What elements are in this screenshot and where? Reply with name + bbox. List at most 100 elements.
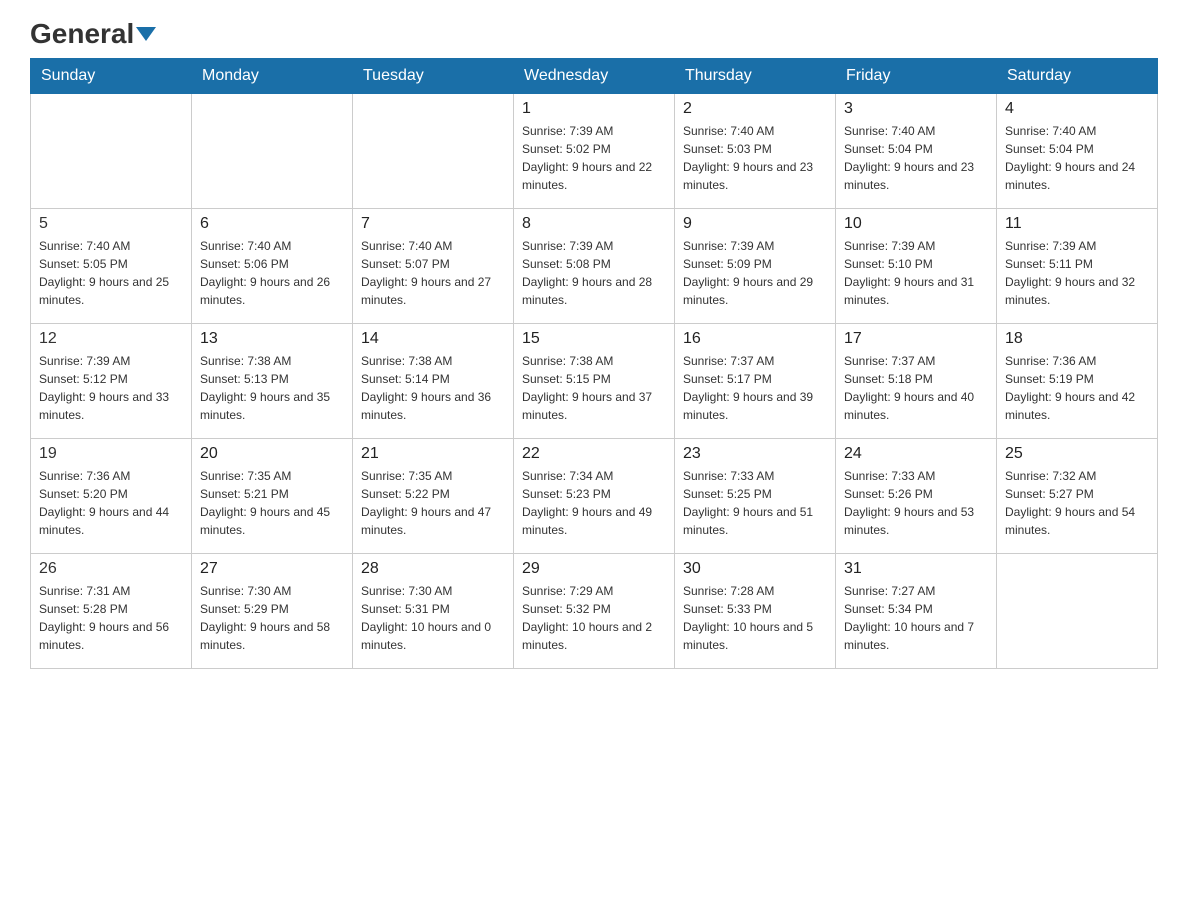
calendar-cell-5-3: 28Sunrise: 7:30 AMSunset: 5:31 PMDayligh…: [353, 554, 514, 669]
calendar-cell-2-2: 6 Sunrise: 7:40 AMSunset: 5:06 PMDaylight…: [192, 209, 353, 324]
calendar-header-thursday: Thursday: [675, 59, 836, 94]
day-number: 27: [200, 560, 344, 578]
day-info: Sunrise: 7:30 AMSunset: 5:29 PMDaylight:…: [200, 582, 344, 654]
day-number: 14: [361, 330, 505, 348]
calendar-cell-1-4: 1Sunrise: 7:39 AMSunset: 5:02 PMDaylight…: [514, 94, 675, 209]
day-number: 8: [522, 215, 666, 233]
calendar-cell-5-1: 26 Sunrise: 7:31 AMSunset: 5:28 PMDayligh…: [31, 554, 192, 669]
calendar-cell-1-2: [192, 94, 353, 209]
calendar-cell-5-5: 30Sunrise: 7:28 AMSunset: 5:33 PMDayligh…: [675, 554, 836, 669]
day-info: Sunrise: 7:29 AMSunset: 5:32 PMDaylight:…: [522, 582, 666, 654]
day-number: 3: [844, 100, 988, 118]
day-number: 16: [683, 330, 827, 348]
day-info: Sunrise: 7:40 AMSunset: 5:05 PMDaylight:…: [39, 237, 183, 309]
day-number: 5: [39, 215, 183, 233]
calendar-cell-5-2: 27 Sunrise: 7:30 AMSunset: 5:29 PMDayligh…: [192, 554, 353, 669]
day-info: Sunrise: 7:32 AMSunset: 5:27 PMDaylight:…: [1005, 467, 1149, 539]
calendar-week-row-1: 1Sunrise: 7:39 AMSunset: 5:02 PMDaylight…: [31, 94, 1158, 209]
calendar-cell-2-1: 5 Sunrise: 7:40 AMSunset: 5:05 PMDaylight…: [31, 209, 192, 324]
calendar-header-friday: Friday: [836, 59, 997, 94]
day-number: 11: [1005, 215, 1149, 233]
calendar-header-sunday: Sunday: [31, 59, 192, 94]
day-info: Sunrise: 7:39 AMSunset: 5:11 PMDaylight:…: [1005, 237, 1149, 309]
day-number: 23: [683, 445, 827, 463]
day-info: Sunrise: 7:38 AMSunset: 5:14 PMDaylight:…: [361, 352, 505, 424]
calendar-cell-3-7: 18Sunrise: 7:36 AMSunset: 5:19 PMDayligh…: [997, 324, 1158, 439]
day-info: Sunrise: 7:40 AMSunset: 5:06 PMDaylight:…: [200, 237, 344, 309]
calendar-week-row-4: 19 Sunrise: 7:36 AMSunset: 5:20 PMDayligh…: [31, 439, 1158, 554]
calendar-cell-4-7: 25 Sunrise: 7:32 AMSunset: 5:27 PMDayligh…: [997, 439, 1158, 554]
calendar-cell-1-5: 2Sunrise: 7:40 AMSunset: 5:03 PMDaylight…: [675, 94, 836, 209]
day-info: Sunrise: 7:33 AMSunset: 5:25 PMDaylight:…: [683, 467, 827, 539]
day-info: Sunrise: 7:40 AMSunset: 5:04 PMDaylight:…: [1005, 122, 1149, 194]
day-info: Sunrise: 7:40 AMSunset: 5:04 PMDaylight:…: [844, 122, 988, 194]
day-info: Sunrise: 7:37 AMSunset: 5:17 PMDaylight:…: [683, 352, 827, 424]
day-number: 10: [844, 215, 988, 233]
calendar-header-wednesday: Wednesday: [514, 59, 675, 94]
day-number: 6: [200, 215, 344, 233]
calendar-cell-4-5: 23 Sunrise: 7:33 AMSunset: 5:25 PMDayligh…: [675, 439, 836, 554]
day-info: Sunrise: 7:35 AMSunset: 5:21 PMDaylight:…: [200, 467, 344, 539]
day-number: 1: [522, 100, 666, 118]
calendar-cell-3-2: 13 Sunrise: 7:38 AMSunset: 5:13 PMDayligh…: [192, 324, 353, 439]
day-number: 29: [522, 560, 666, 578]
day-number: 12: [39, 330, 183, 348]
calendar-cell-3-1: 12 Sunrise: 7:39 AMSunset: 5:12 PMDayligh…: [31, 324, 192, 439]
calendar-cell-4-1: 19 Sunrise: 7:36 AMSunset: 5:20 PMDayligh…: [31, 439, 192, 554]
day-info: Sunrise: 7:30 AMSunset: 5:31 PMDaylight:…: [361, 582, 505, 654]
day-number: 13: [200, 330, 344, 348]
calendar-cell-2-7: 11 Sunrise: 7:39 AMSunset: 5:11 PMDayligh…: [997, 209, 1158, 324]
calendar-cell-1-7: 4Sunrise: 7:40 AMSunset: 5:04 PMDaylight…: [997, 94, 1158, 209]
calendar-cell-4-3: 21 Sunrise: 7:35 AMSunset: 5:22 PMDayligh…: [353, 439, 514, 554]
logo-general-text: General: [30, 20, 156, 48]
calendar-week-row-3: 12 Sunrise: 7:39 AMSunset: 5:12 PMDayligh…: [31, 324, 1158, 439]
calendar-cell-2-3: 7Sunrise: 7:40 AMSunset: 5:07 PMDaylight…: [353, 209, 514, 324]
calendar-cell-2-5: 9 Sunrise: 7:39 AMSunset: 5:09 PMDaylight…: [675, 209, 836, 324]
day-info: Sunrise: 7:39 AMSunset: 5:12 PMDaylight:…: [39, 352, 183, 424]
logo-arrow-icon: [136, 27, 156, 41]
calendar-cell-3-5: 16 Sunrise: 7:37 AMSunset: 5:17 PMDayligh…: [675, 324, 836, 439]
day-info: Sunrise: 7:38 AMSunset: 5:13 PMDaylight:…: [200, 352, 344, 424]
day-info: Sunrise: 7:39 AMSunset: 5:08 PMDaylight:…: [522, 237, 666, 309]
calendar-header-saturday: Saturday: [997, 59, 1158, 94]
day-info: Sunrise: 7:36 AMSunset: 5:20 PMDaylight:…: [39, 467, 183, 539]
day-info: Sunrise: 7:37 AMSunset: 5:18 PMDaylight:…: [844, 352, 988, 424]
logo: General: [30, 20, 156, 48]
day-info: Sunrise: 7:31 AMSunset: 5:28 PMDaylight:…: [39, 582, 183, 654]
day-number: 24: [844, 445, 988, 463]
day-info: Sunrise: 7:39 AMSunset: 5:09 PMDaylight:…: [683, 237, 827, 309]
day-number: 25: [1005, 445, 1149, 463]
day-number: 21: [361, 445, 505, 463]
day-info: Sunrise: 7:40 AMSunset: 5:03 PMDaylight:…: [683, 122, 827, 194]
calendar-cell-1-1: [31, 94, 192, 209]
day-number: 26: [39, 560, 183, 578]
calendar-week-row-5: 26 Sunrise: 7:31 AMSunset: 5:28 PMDayligh…: [31, 554, 1158, 669]
day-info: Sunrise: 7:34 AMSunset: 5:23 PMDaylight:…: [522, 467, 666, 539]
calendar-cell-1-3: [353, 94, 514, 209]
day-number: 31: [844, 560, 988, 578]
day-number: 19: [39, 445, 183, 463]
calendar-cell-1-6: 3 Sunrise: 7:40 AMSunset: 5:04 PMDaylight…: [836, 94, 997, 209]
calendar-header-monday: Monday: [192, 59, 353, 94]
page-header: General: [30, 20, 1158, 48]
calendar-cell-3-4: 15 Sunrise: 7:38 AMSunset: 5:15 PMDayligh…: [514, 324, 675, 439]
calendar-cell-4-6: 24 Sunrise: 7:33 AMSunset: 5:26 PMDayligh…: [836, 439, 997, 554]
day-number: 9: [683, 215, 827, 233]
day-number: 18: [1005, 330, 1149, 348]
calendar-cell-5-4: 29 Sunrise: 7:29 AMSunset: 5:32 PMDayligh…: [514, 554, 675, 669]
calendar-cell-4-4: 22 Sunrise: 7:34 AMSunset: 5:23 PMDayligh…: [514, 439, 675, 554]
day-number: 15: [522, 330, 666, 348]
day-info: Sunrise: 7:38 AMSunset: 5:15 PMDaylight:…: [522, 352, 666, 424]
calendar-cell-3-3: 14 Sunrise: 7:38 AMSunset: 5:14 PMDayligh…: [353, 324, 514, 439]
day-info: Sunrise: 7:28 AMSunset: 5:33 PMDaylight:…: [683, 582, 827, 654]
day-info: Sunrise: 7:35 AMSunset: 5:22 PMDaylight:…: [361, 467, 505, 539]
day-info: Sunrise: 7:33 AMSunset: 5:26 PMDaylight:…: [844, 467, 988, 539]
day-info: Sunrise: 7:40 AMSunset: 5:07 PMDaylight:…: [361, 237, 505, 309]
day-number: 22: [522, 445, 666, 463]
calendar-cell-5-7: [997, 554, 1158, 669]
calendar-header-row: SundayMondayTuesdayWednesdayThursdayFrid…: [31, 59, 1158, 94]
day-info: Sunrise: 7:39 AMSunset: 5:10 PMDaylight:…: [844, 237, 988, 309]
calendar-cell-5-6: 31Sunrise: 7:27 AMSunset: 5:34 PMDayligh…: [836, 554, 997, 669]
day-number: 20: [200, 445, 344, 463]
day-number: 17: [844, 330, 988, 348]
